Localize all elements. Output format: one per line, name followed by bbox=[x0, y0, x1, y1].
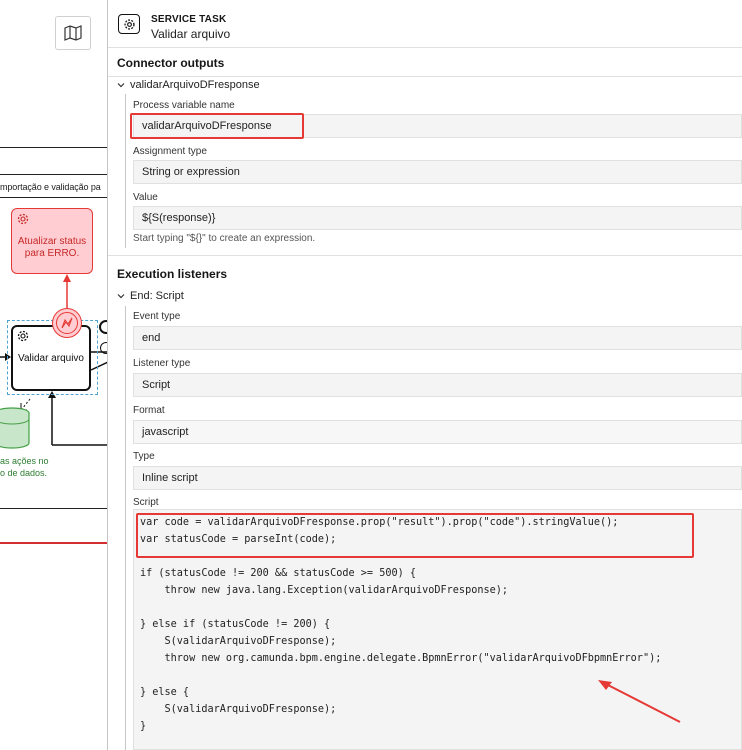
listener-entry-header[interactable]: End: Script bbox=[117, 290, 184, 302]
format-input[interactable]: javascript bbox=[133, 420, 742, 444]
value-input[interactable]: ${S(response)} bbox=[133, 206, 742, 230]
element-type: SERVICE TASK bbox=[151, 14, 227, 25]
connector-outputs-title[interactable]: Connector outputs bbox=[108, 56, 224, 70]
process-variable-label: Process variable name bbox=[133, 100, 235, 111]
error-bolt-icon bbox=[61, 317, 73, 329]
event-type-label: Event type bbox=[133, 311, 181, 322]
execution-listeners-title[interactable]: Execution listeners bbox=[108, 267, 227, 281]
gear-icon bbox=[123, 18, 135, 30]
code-line: throw new org.camunda.bpm.engine.delegat… bbox=[140, 653, 662, 664]
assignment-type-label: Assignment type bbox=[133, 146, 207, 157]
script-type-select[interactable]: Inline script bbox=[133, 466, 742, 490]
script-label: Script bbox=[133, 497, 159, 508]
annotation-highlight-box bbox=[136, 513, 694, 558]
error-boundary-event[interactable] bbox=[52, 308, 82, 338]
gear-icon bbox=[17, 330, 29, 342]
value-label: Value bbox=[133, 192, 158, 203]
type-label: Type bbox=[133, 451, 155, 462]
bpmn-canvas[interactable]: mportação e validação pa Atualizar statu… bbox=[0, 0, 108, 750]
code-line: S(validarArquivoDFresponse); bbox=[140, 636, 337, 647]
database-icon[interactable] bbox=[0, 407, 30, 449]
datastore-label: as ações no o de dados. bbox=[0, 456, 49, 478]
expression-hint: Start typing "${}" to create an expressi… bbox=[133, 233, 316, 244]
pool-border-bottom bbox=[0, 508, 108, 509]
connector-output-entry-title: validarArquivoDFresponse bbox=[130, 79, 260, 91]
main-task-label: Validar arquivo bbox=[18, 352, 84, 364]
connector-outputs-group: Connector outputs validarArquivoDFrespon… bbox=[108, 48, 742, 256]
connector-output-entry-header[interactable]: validarArquivoDFresponse bbox=[117, 79, 260, 91]
event-type-select[interactable]: end bbox=[133, 326, 742, 350]
listener-type-select[interactable]: Script bbox=[133, 373, 742, 397]
properties-panel: SERVICE TASK Validar arquivo Connector o… bbox=[108, 0, 742, 750]
service-task-icon bbox=[118, 14, 140, 34]
listener-entry-title: End: Script bbox=[130, 290, 184, 302]
validate-file-task[interactable]: Validar arquivo bbox=[11, 325, 91, 391]
assignment-type-select[interactable]: String or expression bbox=[133, 160, 742, 184]
code-line: if (statusCode != 200 && statusCode >= 5… bbox=[140, 568, 417, 579]
code-line: } else if (statusCode != 200) { bbox=[140, 619, 331, 630]
format-label: Format bbox=[133, 405, 165, 416]
annotation-red-line bbox=[0, 542, 108, 544]
element-name: Validar arquivo bbox=[151, 27, 231, 41]
listener-type-label: Listener type bbox=[133, 358, 191, 369]
code-line: throw new java.lang.Exception(validarArq… bbox=[140, 585, 509, 596]
chevron-down-icon bbox=[117, 294, 125, 299]
annotation-arrow bbox=[598, 680, 681, 723]
panel-header: SERVICE TASK Validar arquivo bbox=[108, 0, 742, 48]
chevron-down-icon bbox=[117, 83, 125, 88]
annotation-highlight-box bbox=[130, 113, 304, 139]
